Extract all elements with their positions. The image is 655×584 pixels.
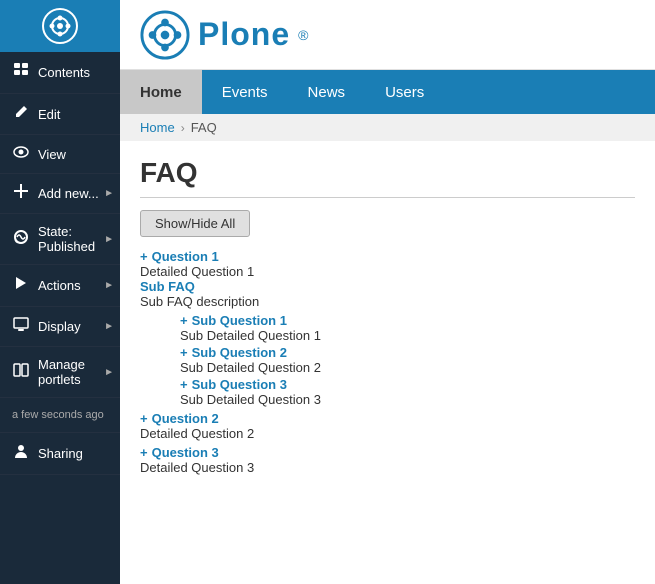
sidebar-logo [0, 0, 120, 52]
site-header: Plone ® [120, 0, 655, 70]
nav-item-news[interactable]: News [288, 70, 366, 114]
add-new-arrow-icon: ► [104, 188, 114, 199]
sidebar-timestamp-label: a few seconds ago [12, 408, 104, 422]
display-arrow-icon: ► [104, 321, 114, 332]
sub-question-1-3[interactable]: +Sub Question 3 [180, 377, 635, 392]
manage-portlets-icon [12, 363, 30, 382]
sidebar-item-view[interactable]: View [0, 135, 120, 174]
actions-arrow-icon: ► [104, 280, 114, 291]
sidebar-manage-portlets-label: Manage portlets [38, 357, 108, 387]
breadcrumb-current: FAQ [191, 120, 217, 135]
faq-item-2: +Question 2 Detailed Question 2 [140, 411, 635, 441]
view-icon [12, 145, 30, 163]
breadcrumb: Home › FAQ [120, 114, 655, 141]
sidebar: Contents Edit View Add new... ► State: P… [0, 0, 120, 584]
sub-item-1-2: +Sub Question 2 Sub Detailed Question 2 [180, 345, 635, 375]
actions-icon [12, 275, 30, 296]
faq-item-1: +Question 1 Detailed Question 1 Sub FAQ … [140, 249, 635, 407]
sub-detail-1-1: Sub Detailed Question 1 [180, 328, 635, 343]
faq-detail-2: Detailed Question 2 [140, 426, 635, 441]
faq-question-3[interactable]: +Question 3 [140, 445, 635, 460]
sidebar-add-new-label: Add new... [38, 186, 99, 201]
sidebar-item-timestamp: a few seconds ago [0, 398, 120, 433]
sidebar-contents-label: Contents [38, 65, 90, 80]
display-icon [12, 317, 30, 336]
sub-detail-1-3: Sub Detailed Question 3 [180, 392, 635, 407]
sidebar-view-label: View [38, 147, 66, 162]
faq-sub-desc-1: Sub FAQ description [140, 294, 635, 309]
sidebar-item-manage-portlets[interactable]: Manage portlets ► [0, 347, 120, 398]
faq-detail-1: Detailed Question 1 [140, 264, 635, 279]
faq-sub-title-1[interactable]: Sub FAQ [140, 279, 635, 294]
breadcrumb-separator: › [181, 121, 185, 135]
manage-portlets-arrow-icon: ► [104, 367, 114, 378]
site-name: Plone [198, 16, 290, 53]
sidebar-edit-label: Edit [38, 107, 60, 122]
page-title: FAQ [140, 157, 635, 198]
faq-question-1[interactable]: +Question 1 [140, 249, 635, 264]
sub-item-1-1: +Sub Question 1 Sub Detailed Question 1 [180, 313, 635, 343]
sub-list-1: +Sub Question 1 Sub Detailed Question 1 … [180, 313, 635, 407]
sub-question-1-2[interactable]: +Sub Question 2 [180, 345, 635, 360]
sub-plus-icon-1-2: + [180, 345, 188, 360]
plone-logo: Plone ® [140, 10, 308, 60]
plone-logo-icon [140, 10, 190, 60]
state-icon [12, 229, 30, 250]
page-content: FAQ Show/Hide All +Question 1 Detailed Q… [120, 141, 655, 584]
sidebar-item-edit[interactable]: Edit [0, 94, 120, 135]
edit-icon [12, 104, 30, 124]
sidebar-item-display[interactable]: Display ► [0, 307, 120, 347]
sub-question-1-1[interactable]: +Sub Question 1 [180, 313, 635, 328]
sidebar-item-sharing[interactable]: Sharing [0, 433, 120, 475]
plus-icon-1: + [140, 249, 148, 264]
registered-symbol: ® [298, 27, 308, 43]
plus-icon-2: + [140, 411, 148, 426]
main-content: Plone ® Home Events News Users Home › FAQ… [120, 0, 655, 584]
show-hide-button[interactable]: Show/Hide All [140, 210, 250, 237]
sidebar-item-contents[interactable]: Contents [0, 52, 120, 94]
nav-item-home[interactable]: Home [120, 70, 202, 114]
nav-item-events[interactable]: Events [202, 70, 288, 114]
main-navbar: Home Events News Users [120, 70, 655, 114]
sub-plus-icon-1-1: + [180, 313, 188, 328]
sidebar-item-state[interactable]: State: Published ► [0, 214, 120, 265]
nav-item-users[interactable]: Users [365, 70, 444, 114]
sub-plus-icon-1-3: + [180, 377, 188, 392]
add-new-icon [12, 184, 30, 203]
sub-detail-1-2: Sub Detailed Question 2 [180, 360, 635, 375]
sidebar-display-label: Display [38, 319, 81, 334]
sidebar-state-label: State: Published [38, 224, 108, 254]
contents-icon [12, 62, 30, 83]
plone-icon [42, 8, 78, 44]
sharing-icon [12, 443, 30, 464]
breadcrumb-home[interactable]: Home [140, 120, 175, 135]
sidebar-item-add-new[interactable]: Add new... ► [0, 174, 120, 214]
faq-question-2[interactable]: +Question 2 [140, 411, 635, 426]
sidebar-sharing-label: Sharing [38, 446, 83, 461]
plus-icon-3: + [140, 445, 148, 460]
faq-list: +Question 1 Detailed Question 1 Sub FAQ … [140, 249, 635, 475]
sidebar-item-actions[interactable]: Actions ► [0, 265, 120, 307]
faq-item-3: +Question 3 Detailed Question 3 [140, 445, 635, 475]
sidebar-actions-label: Actions [38, 278, 81, 293]
sub-item-1-3: +Sub Question 3 Sub Detailed Question 3 [180, 377, 635, 407]
state-arrow-icon: ► [104, 234, 114, 245]
faq-detail-3: Detailed Question 3 [140, 460, 635, 475]
